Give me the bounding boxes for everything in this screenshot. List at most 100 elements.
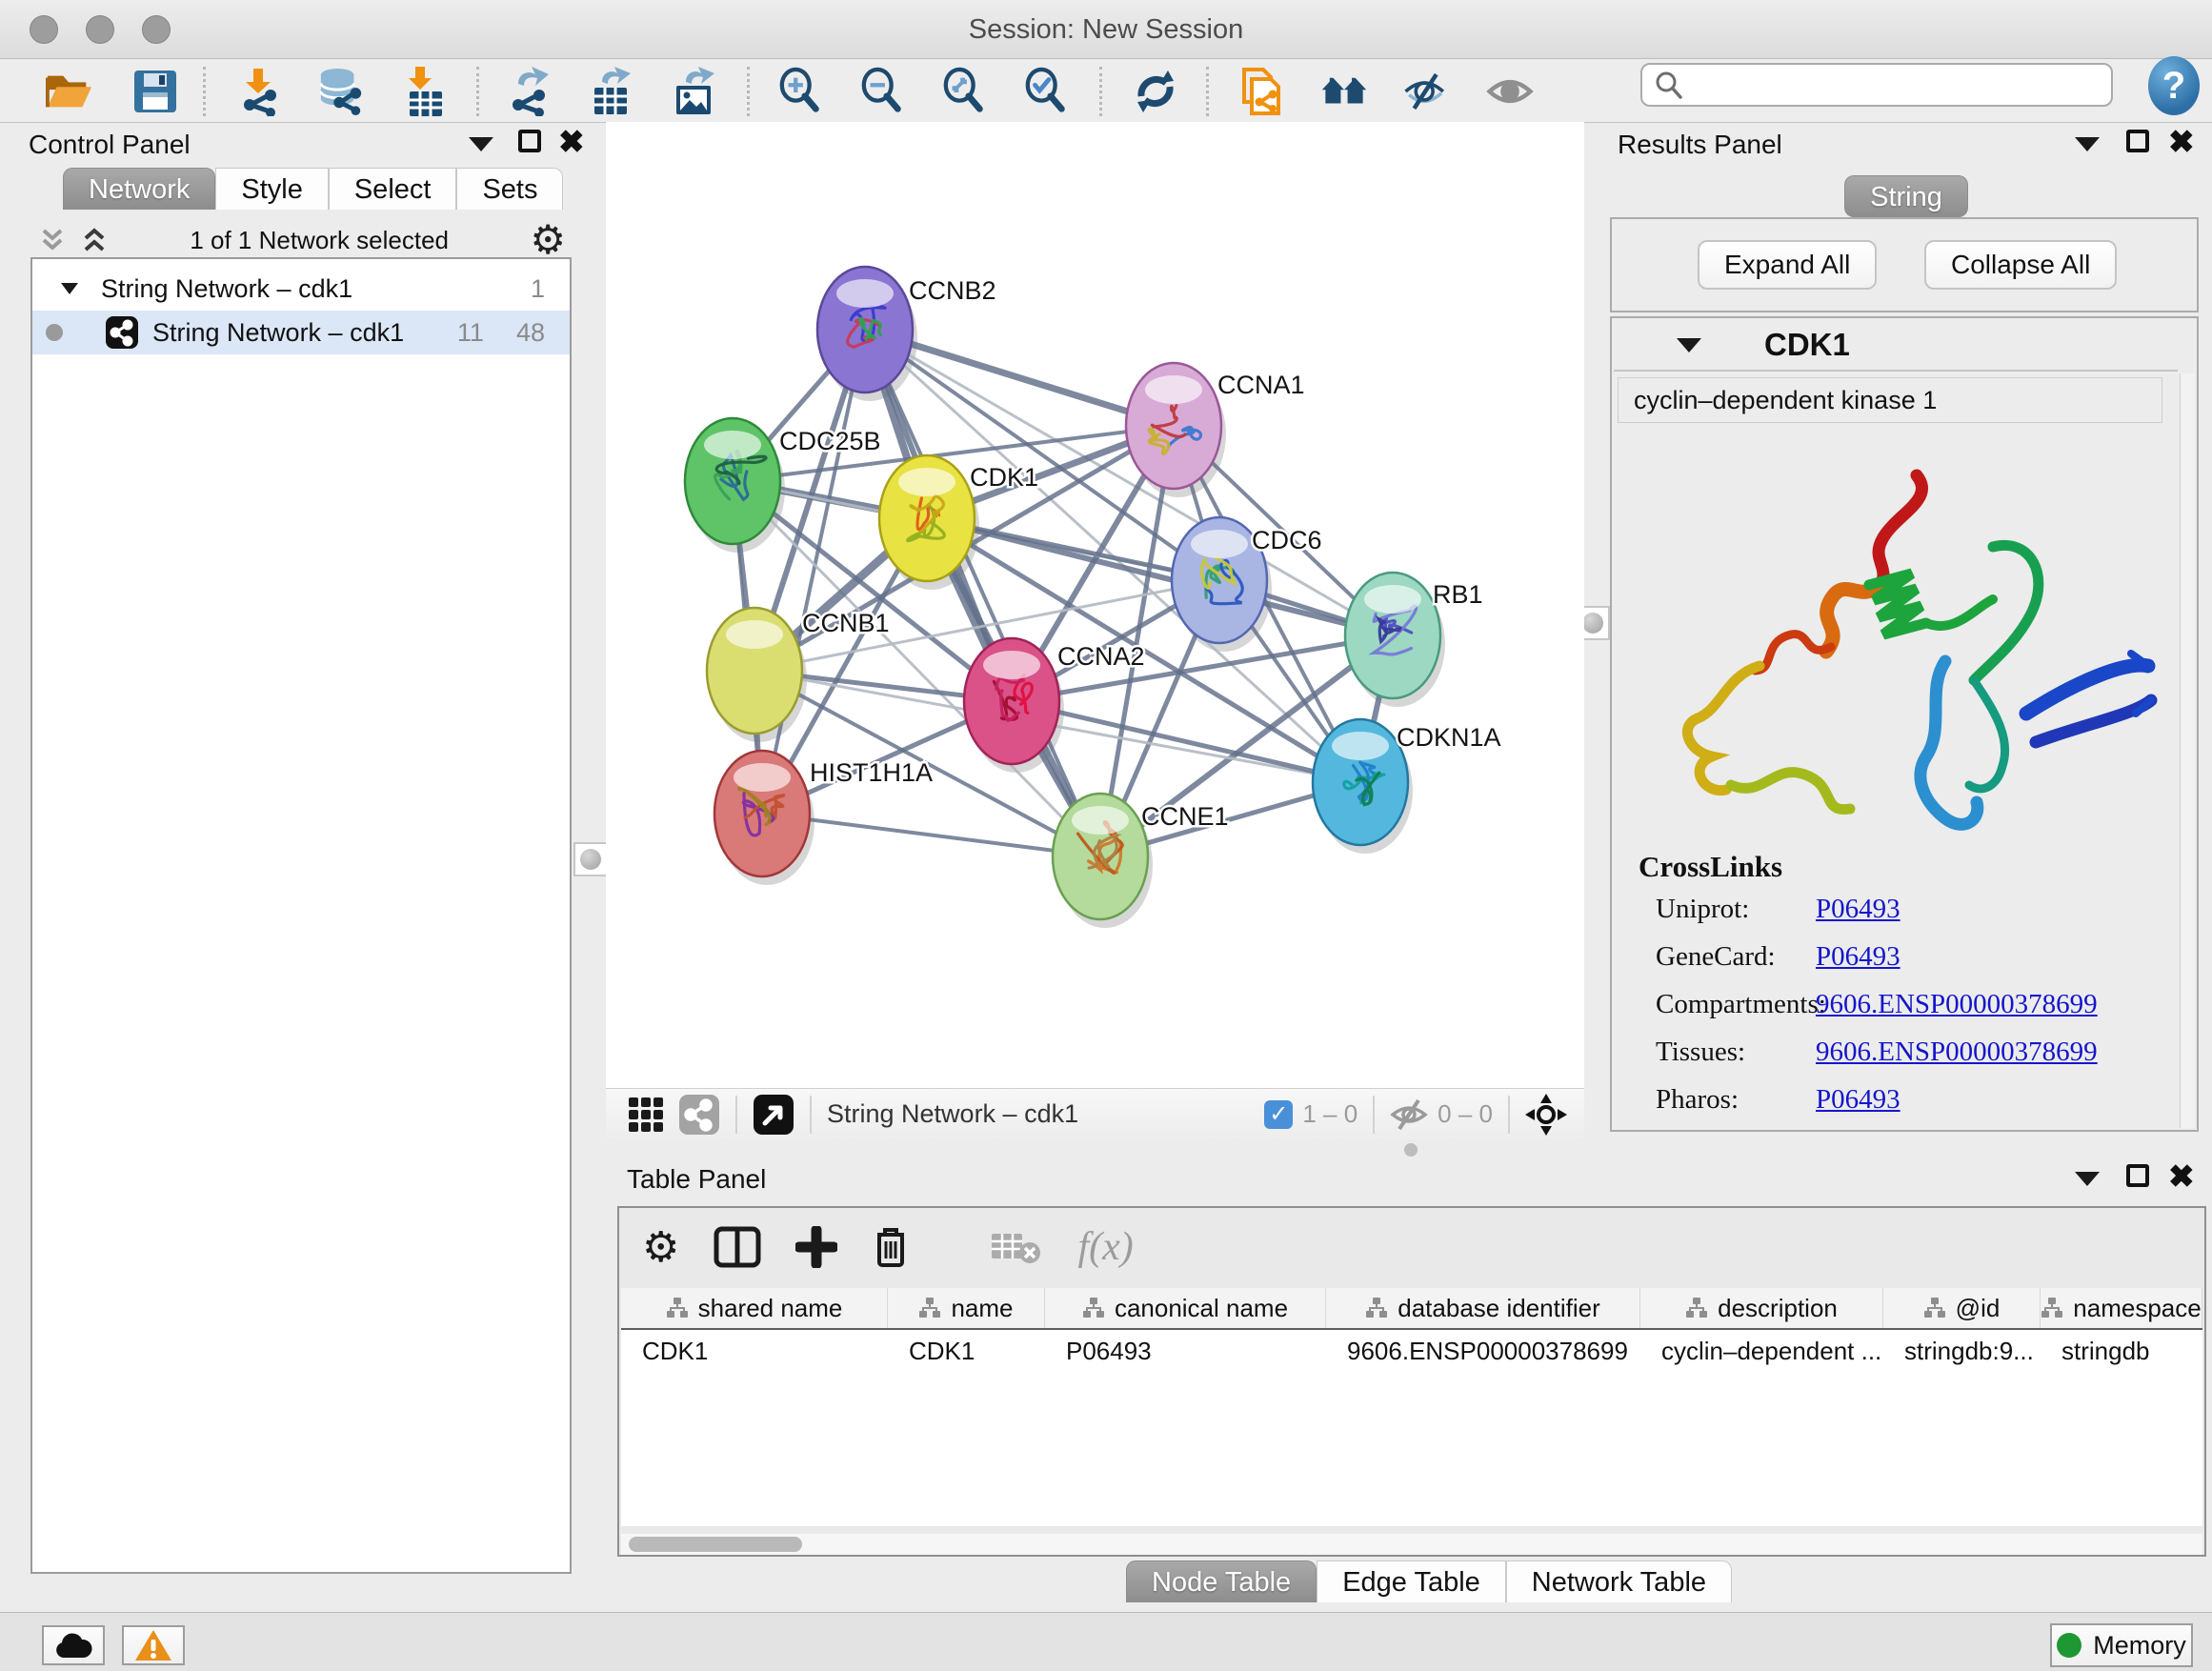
import-network-from-database-icon[interactable] (317, 68, 365, 115)
crosshair-icon[interactable] (1525, 1094, 1567, 1136)
hidden-eye-slash-icon[interactable] (1390, 1099, 1428, 1130)
share-view-icon[interactable] (678, 1094, 720, 1136)
node-CDKN1A[interactable] (1313, 719, 1408, 845)
table-cell[interactable]: stringdb (2041, 1330, 2202, 1372)
control-panel-menu-icon[interactable] (469, 137, 493, 151)
add-column-plus-icon[interactable] (795, 1226, 837, 1268)
save-session-icon[interactable] (131, 68, 179, 115)
zoom-in-icon[interactable] (777, 68, 825, 115)
search-box[interactable] (1640, 63, 2113, 107)
network-collection-row[interactable]: String Network – cdk1 1 (32, 267, 570, 311)
column-header-database-identifier[interactable]: database identifier (1326, 1288, 1640, 1328)
column-header-namespace[interactable]: namespace (2041, 1288, 2202, 1328)
tab-node-table[interactable]: Node Table (1126, 1560, 1317, 1602)
control-panel-float-icon[interactable] (518, 130, 541, 152)
import-network-icon[interactable] (234, 68, 282, 115)
zoom-fit-icon[interactable] (941, 68, 989, 115)
node-table[interactable]: shared namenamecanonical namedatabase id… (621, 1288, 2202, 1526)
table-cell[interactable]: stringdb:9... (1883, 1330, 2041, 1372)
export-table-icon[interactable] (588, 68, 635, 115)
network-row-selected[interactable]: String Network – cdk1 11 48 (32, 311, 570, 354)
results-scrollbar[interactable] (2180, 373, 2195, 1128)
cloud-button[interactable] (42, 1625, 105, 1665)
results-panel-menu-icon[interactable] (2075, 137, 2100, 151)
scrollbar-thumb[interactable] (629, 1537, 802, 1552)
open-session-icon[interactable] (46, 68, 93, 115)
export-network-icon[interactable] (505, 68, 553, 115)
crosslink-link[interactable]: P06493 (1816, 1084, 1900, 1116)
collapse-all-chevron-icon[interactable] (38, 225, 67, 255)
column-header-shared-name[interactable]: shared name (621, 1288, 888, 1328)
expand-all-chevron-icon[interactable] (80, 225, 109, 255)
crosslink-link[interactable]: P06493 (1816, 894, 1900, 925)
table-cell[interactable]: cyclin–dependent ... (1640, 1330, 1883, 1372)
table-panel-menu-icon[interactable] (2075, 1172, 2100, 1186)
collection-expand-icon[interactable] (59, 280, 80, 297)
search-input[interactable] (1694, 70, 2094, 100)
results-panel-close-icon[interactable]: ✖ (2168, 130, 2195, 154)
zoom-out-icon[interactable] (859, 68, 907, 115)
delete-column-trash-icon[interactable] (872, 1225, 910, 1269)
tab-sets[interactable]: Sets (456, 168, 563, 210)
warnings-button[interactable] (122, 1625, 185, 1665)
table-cell[interactable]: CDK1 (621, 1330, 888, 1372)
tab-style[interactable]: Style (215, 168, 328, 210)
tab-select[interactable]: Select (329, 168, 457, 210)
grid-view-icon[interactable] (627, 1096, 665, 1134)
table-horizontal-scrollbar[interactable] (621, 1534, 2202, 1555)
expand-all-button[interactable]: Expand All (1698, 240, 1877, 290)
gene-collapse-icon[interactable] (1677, 338, 1701, 352)
column-header-@id[interactable]: @id (1883, 1288, 2041, 1328)
duplicate-network-icon[interactable] (1238, 68, 1286, 115)
gene-header[interactable]: CDK1 (1614, 320, 2178, 372)
import-table-icon[interactable] (400, 68, 448, 115)
refresh-icon[interactable] (1132, 68, 1179, 115)
node-HIST1H1A[interactable] (714, 751, 810, 876)
collapse-all-button[interactable]: Collapse All (1924, 240, 2117, 290)
zoom-selected-icon[interactable] (1023, 68, 1071, 115)
column-header-name[interactable]: name (888, 1288, 1045, 1328)
node-CDC25B[interactable] (685, 418, 780, 544)
node-CCNB2[interactable] (817, 267, 913, 393)
table-row[interactable]: CDK1CDK1P064939606.ENSP00000378699cyclin… (621, 1330, 2202, 1372)
results-panel-float-icon[interactable] (2126, 130, 2149, 152)
tab-string[interactable]: String (1844, 175, 1968, 217)
crosslink-link[interactable]: 9606.ENSP00000378699 (1816, 1037, 2098, 1068)
birdseye-view-icon[interactable] (753, 1094, 794, 1136)
table-cell[interactable]: P06493 (1045, 1330, 1326, 1372)
table-settings-gear-icon[interactable]: ⚙ (642, 1223, 679, 1272)
houses-icon[interactable] (1320, 68, 1368, 115)
node-CCNA1[interactable] (1126, 363, 1221, 489)
node-CCNA2[interactable] (964, 638, 1059, 764)
memory-button[interactable]: Memory (2050, 1623, 2193, 1667)
table-panel-close-icon[interactable]: ✖ (2168, 1164, 2195, 1189)
network-graph[interactable]: CCNB2CCNA1CDC25BCDK1CDC6RB1CCNB1CCNA2CDK… (606, 122, 1584, 1088)
table-panel-float-icon[interactable] (2126, 1164, 2149, 1187)
delete-table-icon[interactable] (990, 1228, 1043, 1266)
tab-network-table[interactable]: Network Table (1506, 1560, 1732, 1602)
table-cell[interactable]: CDK1 (888, 1330, 1045, 1372)
gear-icon[interactable]: ⚙ (530, 221, 566, 259)
node-CDK1[interactable] (879, 455, 975, 581)
node-RB1[interactable] (1345, 573, 1440, 698)
edge-CCNA2-CDKN1A[interactable] (1012, 701, 1360, 782)
function-builder-icon[interactable]: f(x) (1077, 1224, 1133, 1270)
help-button[interactable]: ? (2148, 56, 2200, 115)
tab-edge-table[interactable]: Edge Table (1317, 1560, 1506, 1602)
crosslink-link[interactable]: P06493 (1816, 941, 1900, 973)
table-cell[interactable]: 9606.ENSP00000378699 (1326, 1330, 1640, 1372)
tab-network[interactable]: Network (63, 168, 215, 210)
selected-checkbox-icon[interactable]: ✓ (1264, 1100, 1293, 1129)
network-canvas[interactable]: CCNB2CCNA1CDC25BCDK1CDC6RB1CCNB1CCNA2CDK… (606, 122, 1584, 1088)
control-panel-close-icon[interactable]: ✖ (558, 130, 585, 154)
column-header-description[interactable]: description (1640, 1288, 1883, 1328)
column-header-canonical-name[interactable]: canonical name (1045, 1288, 1326, 1328)
node-CCNE1[interactable] (1053, 794, 1148, 919)
node-CCNB1[interactable] (707, 608, 802, 734)
horizontal-splitter-handle[interactable] (1404, 1143, 1418, 1157)
left-splitter-handle[interactable] (573, 842, 608, 876)
show-columns-icon[interactable] (714, 1226, 761, 1268)
crosslink-link[interactable]: 9606.ENSP00000378699 (1816, 989, 2098, 1020)
hide-selected-eye-slash-icon[interactable] (1402, 68, 1450, 115)
show-all-eye-icon[interactable] (1486, 68, 1534, 115)
